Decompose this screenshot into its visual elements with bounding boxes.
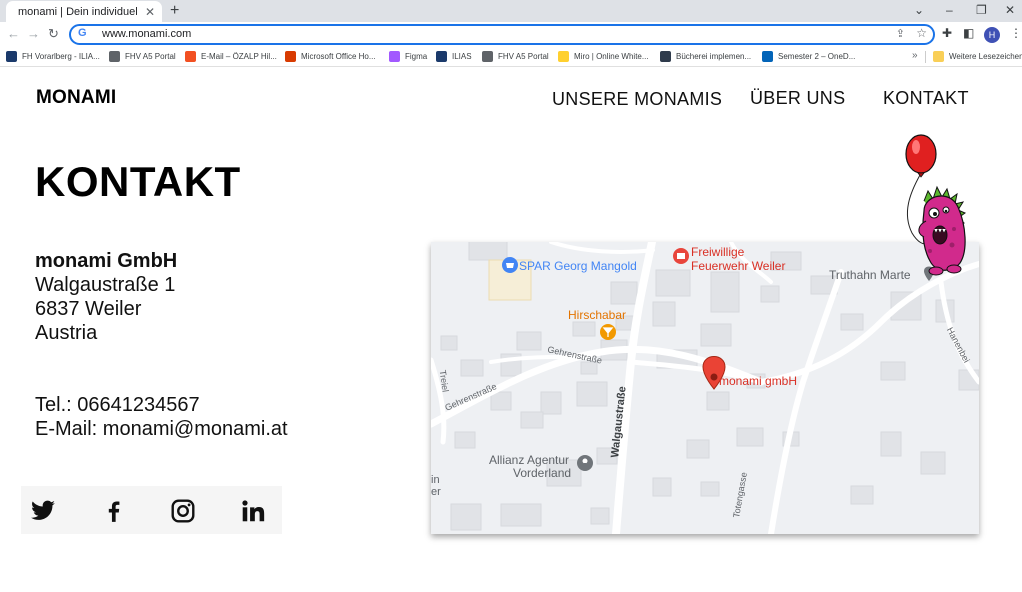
profile-avatar[interactable]: H [984, 27, 1000, 43]
twitter-icon[interactable] [30, 498, 56, 524]
social-links [21, 486, 282, 534]
bookmark-item[interactable]: Semester 2 – OneD... [762, 51, 855, 62]
bookmark-favicon [558, 51, 569, 62]
map-label-edge: in [431, 474, 440, 486]
map-label-edge: er [431, 486, 441, 498]
address-street: Walgaustraße 1 [35, 274, 176, 296]
facebook-icon[interactable] [101, 498, 127, 524]
bookmark-favicon [285, 51, 296, 62]
bookmarks-overflow-icon[interactable]: » [912, 50, 918, 61]
bookmark-favicon [436, 51, 447, 62]
bookmark-item[interactable]: E-Mail – ÖZALP Hil... [185, 51, 277, 62]
company-name: monami GmbH [35, 250, 178, 272]
bookmarks-bar: FH Vorarlberg - ILIA... FHV A5 Portal E-… [0, 47, 1022, 67]
address-city: 6837 Weiler [35, 298, 142, 320]
tab-title: monami | Dein individuel [18, 5, 138, 18]
browser-tab[interactable]: monami | Dein individuel ✕ [6, 1, 162, 22]
bookmark-favicon [185, 51, 196, 62]
bookmark-star-icon[interactable]: ☆ [916, 26, 927, 40]
folder-icon [933, 51, 944, 62]
url-text: www.monami.com [102, 28, 192, 40]
bookmark-item[interactable]: Figma [389, 51, 427, 62]
other-bookmarks-folder[interactable]: Weitere Lesezeichen [933, 51, 1022, 62]
monster-balloon-illustration [905, 134, 967, 276]
map-label-feuerwehr: Freiwillige [691, 245, 745, 259]
bar-pin-icon [600, 324, 616, 340]
close-window-icon[interactable]: ✕ [1005, 3, 1015, 17]
bookmark-favicon [109, 51, 120, 62]
browser-tabbar: monami | Dein individuel ✕ + ⌄ – ❐ ✕ [0, 0, 1022, 22]
map-label-marker: monami gmbH [719, 374, 798, 388]
feuerwehr-pin-icon [673, 248, 689, 264]
nav-link-monamis[interactable]: UNSERE MONAMIS [552, 89, 722, 110]
location-map[interactable]: SPAR Georg Mangold Freiwillige Feuerwehr… [431, 242, 979, 534]
tab-search-icon[interactable]: ⌄ [914, 3, 924, 17]
phone-number[interactable]: Tel.: 06641234567 [35, 393, 288, 417]
address-bar[interactable]: G www.monami.com ⇪ ☆ [69, 24, 935, 45]
map-label-spar: SPAR Georg Mangold [519, 259, 637, 273]
contact-block: Tel.: 06641234567 E-Mail: monami@monami.… [35, 393, 288, 441]
menu-icon[interactable]: ⋮ [1010, 26, 1022, 40]
address-block: monami GmbH Walgaustraße 1 6837 Weiler A… [35, 249, 177, 345]
map-label-allianz: Allianz Agentur [489, 453, 570, 467]
bookmark-item[interactable]: FH Vorarlberg - ILIA... [6, 51, 100, 62]
bookmarks-divider [925, 51, 926, 63]
page-title: KONTAKT [35, 158, 241, 205]
bookmark-item[interactable]: FHV A5 Portal [109, 51, 176, 62]
share-icon[interactable]: ⇪ [896, 27, 905, 40]
spar-pin-icon [502, 257, 518, 273]
bookmark-favicon [6, 51, 17, 62]
browser-toolbar: ← → ↻ G www.monami.com ⇪ ☆ ✚ ◧ ⋮ [0, 22, 1022, 46]
bookmark-favicon [389, 51, 400, 62]
minimize-icon[interactable]: – [946, 3, 953, 17]
bookmark-item[interactable]: Bücherei implemen... [660, 51, 751, 62]
google-icon: G [78, 27, 87, 39]
allianz-pin-icon [577, 455, 593, 471]
reload-icon[interactable]: ↻ [48, 26, 59, 42]
bookmark-item[interactable]: Miro | Online White... [558, 51, 649, 62]
address-country: Austria [35, 322, 98, 344]
linkedin-icon[interactable] [240, 498, 266, 524]
nav-link-about[interactable]: ÜBER UNS [750, 88, 845, 109]
restore-icon[interactable]: ❐ [976, 3, 987, 17]
map-label-feuerwehr: Feuerwehr Weiler [691, 259, 786, 273]
close-tab-icon[interactable]: ✕ [142, 5, 158, 19]
bookmark-favicon [660, 51, 671, 62]
forward-icon[interactable]: → [27, 26, 40, 41]
nav-link-contact[interactable]: KONTAKT [883, 88, 969, 109]
bookmark-item[interactable]: Microsoft Office Ho... [285, 51, 376, 62]
new-tab-icon[interactable]: + [170, 2, 179, 20]
map-label-hirschabar: Hirschabar [568, 308, 627, 322]
back-icon[interactable]: ← [7, 26, 20, 41]
site-logo[interactable]: MONAMI [36, 87, 116, 109]
side-panel-icon[interactable]: ◧ [963, 26, 974, 40]
bookmark-item[interactable]: FHV A5 Portal [482, 51, 549, 62]
email-address[interactable]: E-Mail: monami@monami.at [35, 417, 288, 441]
bookmark-item[interactable]: ILIAS [436, 51, 472, 62]
bookmark-favicon [482, 51, 493, 62]
bookmark-favicon [762, 51, 773, 62]
extensions-icon[interactable]: ✚ [942, 26, 952, 40]
map-label-allianz: Vorderland [513, 466, 572, 480]
map-canvas [431, 242, 979, 534]
instagram-icon[interactable] [170, 498, 196, 524]
